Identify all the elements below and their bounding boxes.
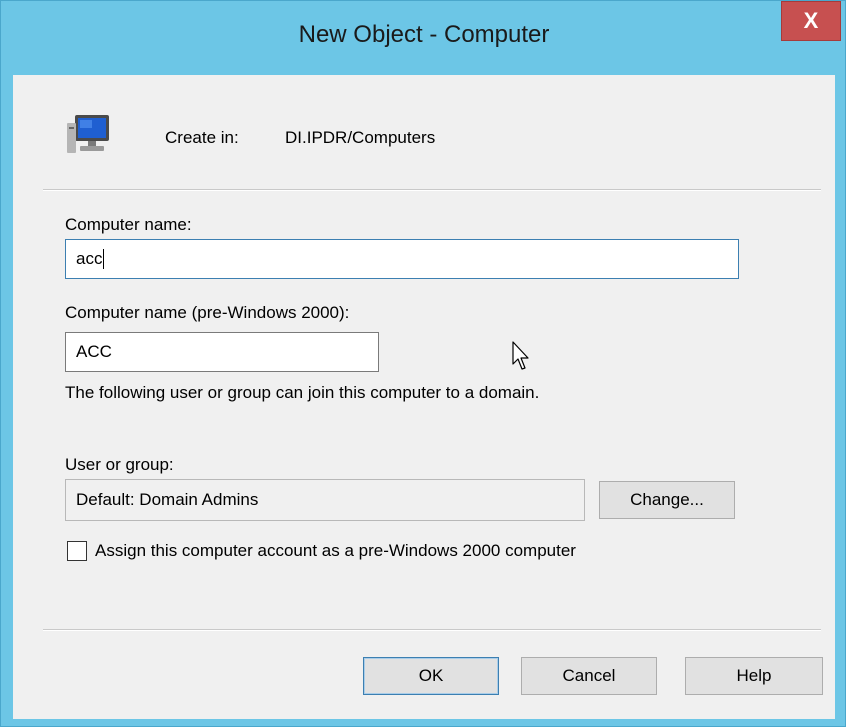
- computer-name-input[interactable]: acc: [65, 239, 739, 279]
- title-bar[interactable]: New Object - Computer X: [1, 1, 846, 75]
- close-icon: X: [803, 8, 819, 33]
- computer-icon: [65, 113, 117, 157]
- window-title: New Object - Computer: [298, 21, 550, 48]
- create-in-label: Create in:: [165, 128, 239, 147]
- create-in-path: DI.IPDR/Computers: [285, 128, 436, 147]
- user-group-label: User or group:: [65, 455, 174, 474]
- user-group-field: Default: Domain Admins: [65, 479, 585, 521]
- close-button[interactable]: X: [781, 1, 841, 41]
- join-info-text: The following user or group can join thi…: [65, 383, 540, 402]
- pre2000-checkbox-label[interactable]: Assign this computer account as a pre-Wi…: [95, 541, 576, 561]
- dialog-content: Create in: DI.IPDR/Computers Computer na…: [13, 75, 835, 719]
- footer-separator: [43, 629, 821, 631]
- pre2000-name-input[interactable]: ACC: [65, 332, 379, 372]
- ok-button[interactable]: OK: [363, 657, 499, 695]
- pre2000-name-value: ACC: [76, 342, 112, 361]
- pre2000-checkbox[interactable]: [67, 541, 87, 561]
- pre2000-name-label: Computer name (pre-Windows 2000):: [65, 303, 350, 322]
- text-caret: [103, 249, 105, 269]
- computer-name-value: acc: [76, 249, 103, 268]
- help-button[interactable]: Help: [685, 657, 823, 695]
- cancel-button[interactable]: Cancel: [521, 657, 657, 695]
- mouse-cursor-icon: [512, 341, 532, 371]
- dialog-window: New Object - Computer X Create in: DI.IP…: [0, 0, 846, 727]
- user-group-value: Default: Domain Admins: [76, 490, 259, 509]
- header-separator: [43, 189, 821, 191]
- computer-name-label: Computer name:: [65, 215, 192, 234]
- change-button[interactable]: Change...: [599, 481, 735, 519]
